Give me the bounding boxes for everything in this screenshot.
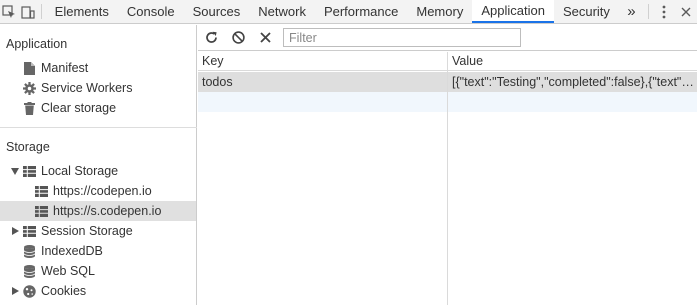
database-icon (22, 264, 36, 278)
grid-icon (22, 224, 36, 238)
more-tabs-button[interactable]: » (619, 0, 644, 23)
sidebar-item-clear-storage[interactable]: Clear storage (0, 98, 196, 118)
sidebar-item-service-workers[interactable]: Service Workers (0, 78, 196, 98)
grid-icon (34, 204, 48, 218)
tab-application[interactable]: Application (472, 0, 554, 23)
tab-network[interactable]: Network (249, 0, 315, 23)
storage-data-grid: Key Value todos [{"text":"Testing","comp… (198, 52, 697, 305)
tab-label: Console (126, 4, 175, 19)
block-icon (232, 31, 245, 44)
sidebar-divider (0, 127, 197, 128)
column-header-key[interactable]: Key (198, 52, 447, 71)
local-storage-panel: Key Value todos [{"text":"Testing","comp… (198, 25, 697, 305)
chevron-double-right-icon: » (627, 3, 636, 20)
delete-selected-button[interactable] (252, 25, 279, 51)
kebab-menu-icon[interactable] (653, 0, 675, 23)
tab-security[interactable]: Security (554, 0, 619, 23)
sidebar-item-label: Cookies (41, 284, 87, 298)
grid-icon (34, 184, 48, 198)
triangle-right-icon[interactable] (10, 227, 20, 235)
sidebar-item-local-storage-origin-selected[interactable]: https://s.codepen.io (0, 201, 196, 221)
triangle-right-icon[interactable] (10, 287, 20, 295)
sidebar-item-session-storage[interactable]: Session Storage (0, 221, 196, 241)
inspect-element-icon[interactable] (0, 0, 18, 23)
toolbar-divider (40, 4, 42, 19)
sidebar-item-web-sql[interactable]: Web SQL (0, 261, 196, 281)
sidebar-section-title: Storage (6, 140, 50, 154)
sidebar-item-local-storage[interactable]: Local Storage (0, 161, 196, 181)
triangle-down-icon[interactable] (10, 167, 20, 175)
gear-icon (22, 81, 36, 95)
tab-label: Application (481, 3, 545, 18)
refresh-button[interactable] (198, 25, 225, 51)
sidebar-item-label: Manifest (41, 61, 89, 75)
application-sidebar: Application Manifest Service Workers Cle… (0, 25, 197, 305)
sidebar-item-local-storage-origin[interactable]: https://codepen.io (0, 181, 196, 201)
sidebar-item-label: IndexedDB (41, 244, 103, 258)
sidebar-item-label: Web SQL (41, 264, 95, 278)
device-toolbar-icon[interactable] (18, 0, 36, 23)
key-cell[interactable]: todos (198, 72, 447, 92)
tab-label: Security (562, 4, 610, 19)
sidebar-item-manifest[interactable]: Manifest (0, 58, 196, 78)
sidebar-item-label: Local Storage (41, 164, 119, 178)
trash-icon (22, 101, 36, 115)
cookie-icon (22, 284, 36, 298)
sidebar-item-label: Session Storage (41, 224, 133, 238)
close-icon[interactable] (675, 0, 697, 23)
column-header-value[interactable]: Value (448, 52, 697, 71)
column-divider[interactable] (447, 52, 448, 305)
tab-performance[interactable]: Performance (315, 0, 407, 23)
sidebar-section-title: Application (6, 37, 68, 51)
close-icon (260, 32, 271, 43)
devtools-tab-bar: Elements Console Sources Network Perform… (0, 0, 697, 24)
refresh-icon (206, 31, 217, 43)
sidebar-item-label: Clear storage (41, 101, 117, 115)
tab-label: Performance (323, 4, 399, 19)
value-cell[interactable]: [{"text":"Testing","completed":false},{"… (448, 72, 697, 92)
tab-elements[interactable]: Elements (46, 0, 118, 23)
sidebar-item-label: https://s.codepen.io (53, 204, 162, 218)
clear-all-button[interactable] (225, 25, 252, 51)
tab-label: Sources (192, 4, 241, 19)
tab-label: Elements (54, 4, 109, 19)
sidebar-item-cookies[interactable]: Cookies (0, 281, 196, 301)
tab-sources[interactable]: Sources (184, 0, 250, 23)
toolbar-divider (648, 4, 649, 19)
grid-icon (22, 164, 36, 178)
database-icon (22, 244, 36, 258)
filter-input[interactable] (283, 28, 521, 47)
tab-label: Network (258, 4, 306, 19)
sidebar-item-indexeddb[interactable]: IndexedDB (0, 241, 196, 261)
tab-label: Memory (416, 4, 464, 19)
sidebar-item-label: https://codepen.io (53, 184, 152, 198)
document-icon (22, 61, 36, 75)
tab-memory[interactable]: Memory (407, 0, 472, 23)
storage-toolbar (198, 25, 697, 51)
tab-console[interactable]: Console (118, 0, 184, 23)
sidebar-item-label: Service Workers (41, 81, 133, 95)
